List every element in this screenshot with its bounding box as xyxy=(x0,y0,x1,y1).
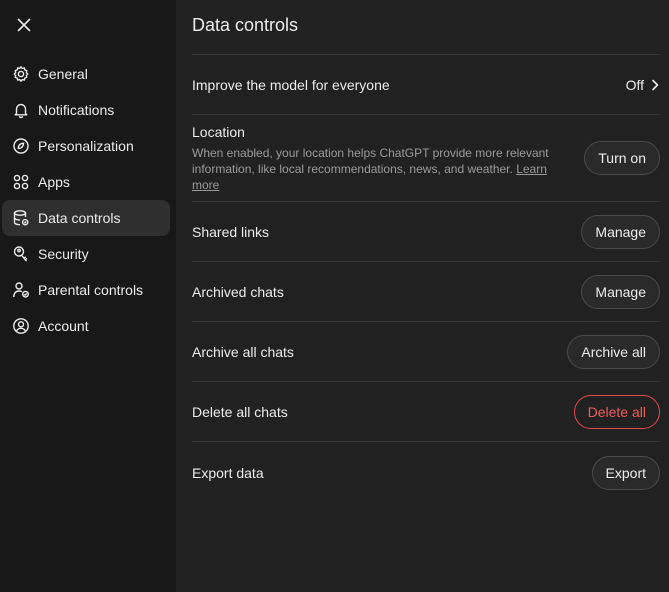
sidebar-item-label: Parental controls xyxy=(38,282,144,298)
sidebar-item-label: Security xyxy=(38,246,89,262)
shared-links-row: Shared links Manage xyxy=(192,202,660,262)
sidebar-item-general[interactable]: General xyxy=(2,56,170,92)
sidebar: General Notifications Personalization Ap… xyxy=(0,0,176,592)
page-title: Data controls xyxy=(192,15,299,35)
improve-model-select[interactable]: Off xyxy=(626,77,660,93)
location-description: When enabled, your location helps ChatGP… xyxy=(192,145,562,193)
export-data-label: Export data xyxy=(192,465,264,481)
bell-icon xyxy=(12,101,30,119)
archive-all-row: Archive all chats Archive all xyxy=(192,322,660,382)
location-text: Location When enabled, your location hel… xyxy=(192,124,562,193)
sidebar-item-label: Account xyxy=(38,318,89,334)
sidebar-item-label: Personalization xyxy=(38,138,134,154)
sidebar-item-personalization[interactable]: Personalization xyxy=(2,128,170,164)
delete-all-row: Delete all chats Delete all xyxy=(192,382,660,442)
location-label: Location xyxy=(192,123,245,140)
sidebar-item-security[interactable]: Security xyxy=(2,236,170,272)
location-turn-on-button[interactable]: Turn on xyxy=(584,141,660,175)
sidebar-item-account[interactable]: Account xyxy=(2,308,170,344)
sidebar-item-label: Apps xyxy=(38,174,70,190)
archived-chats-label: Archived chats xyxy=(192,283,284,300)
gear-icon xyxy=(12,65,30,83)
delete-all-button[interactable]: Delete all xyxy=(573,394,660,429)
improve-model-value: Off xyxy=(625,76,644,93)
apps-grid-icon xyxy=(12,173,30,191)
improve-model-label: Improve the model for everyone xyxy=(192,76,390,93)
shared-links-manage-button[interactable]: Manage xyxy=(581,214,660,249)
archived-chats-row: Archived chats Manage xyxy=(192,262,660,322)
close-icon xyxy=(17,18,31,32)
location-row: Location When enabled, your location hel… xyxy=(192,115,660,202)
key-icon xyxy=(12,245,30,263)
data-controls-panel: Data controls Improve the model for ever… xyxy=(192,0,660,592)
account-icon xyxy=(12,317,30,335)
sidebar-item-label: Notifications xyxy=(38,102,115,118)
sidebar-item-notifications[interactable]: Notifications xyxy=(2,92,170,128)
improve-model-row: Improve the model for everyone Off xyxy=(192,55,660,115)
chevron-right-icon xyxy=(650,79,660,91)
settings-nav: General Notifications Personalization Ap… xyxy=(2,56,170,344)
export-data-row: Export data Export xyxy=(192,442,660,504)
sidebar-item-parental-controls[interactable]: Parental controls xyxy=(2,272,170,308)
close-button[interactable] xyxy=(12,13,36,37)
delete-all-label: Delete all chats xyxy=(192,403,288,420)
parental-icon xyxy=(12,281,30,299)
archived-chats-manage-button[interactable]: Manage xyxy=(581,274,660,309)
archive-all-label: Archive all chats xyxy=(192,343,294,360)
archive-all-button[interactable]: Archive all xyxy=(567,334,660,369)
export-button[interactable]: Export xyxy=(591,456,660,490)
personalization-icon xyxy=(12,137,30,155)
sidebar-item-data-controls[interactable]: Data controls xyxy=(2,200,170,236)
database-icon xyxy=(12,209,30,227)
location-description-text: When enabled, your location helps ChatGP… xyxy=(192,145,549,176)
shared-links-label: Shared links xyxy=(192,223,270,240)
sidebar-item-label: General xyxy=(38,66,88,82)
sidebar-item-label: Data controls xyxy=(38,210,121,226)
sidebar-item-apps[interactable]: Apps xyxy=(2,164,170,200)
